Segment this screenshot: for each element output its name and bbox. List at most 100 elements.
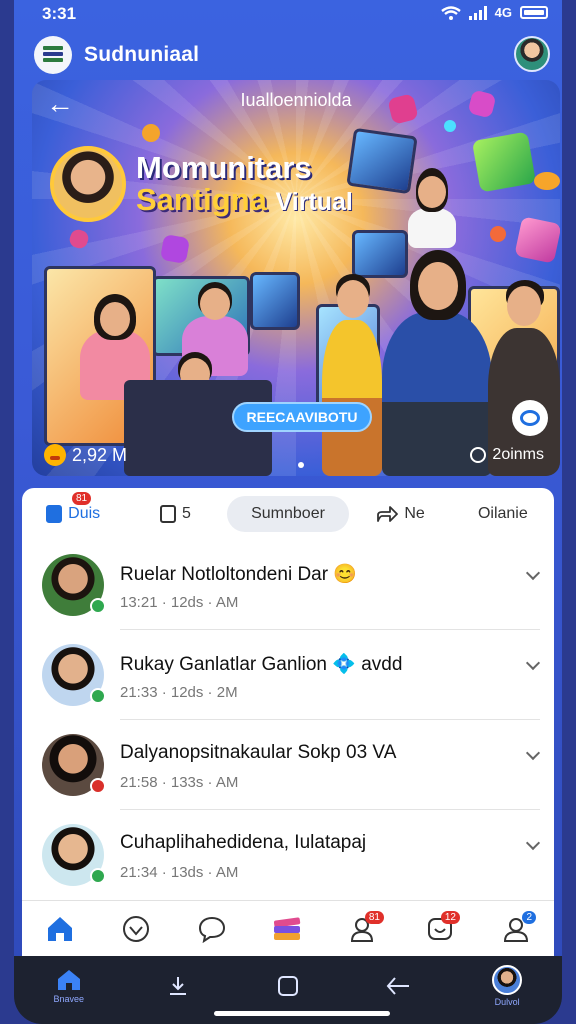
nav-notifications[interactable]: 12 <box>418 907 462 951</box>
conversation-list: Ruelar Notloltondeni Dar 😊 13:21 · 12ds … <box>22 540 554 900</box>
hero-title-line2: Santigna Virtual <box>136 184 353 218</box>
tab-label: Oilanie <box>477 505 528 522</box>
sys-home-label: Bnavee <box>53 994 85 1004</box>
angry-emoji-icon <box>44 444 66 466</box>
sys-back-button[interactable] <box>373 963 423 1009</box>
item-meta: 21:33 · 12ds · 2M <box>120 684 238 701</box>
tab-label: 5 <box>182 505 191 522</box>
list-item[interactable]: Cuhaplihahedidena, Iulatapaj 21:34 · 13d… <box>22 810 554 900</box>
hero-banner[interactable]: ← Iualloenniolda Momunitars Santigna Vir… <box>32 80 560 476</box>
hero-title: Momunitars Santigna Virtual <box>136 152 353 218</box>
floating-screen <box>346 127 418 195</box>
hero-cta-button[interactable]: REECAAVIBOTU <box>232 402 372 432</box>
nav-stack[interactable] <box>266 907 310 951</box>
status-dot <box>90 778 106 794</box>
app-title: Sudnuniaal <box>84 43 200 66</box>
user-avatar[interactable] <box>514 36 550 72</box>
floating-cube <box>534 172 560 190</box>
square-icon <box>277 976 298 996</box>
tab-label: Sumnboer <box>251 505 325 522</box>
hero-reactions[interactable]: 2,92 M <box>44 444 127 466</box>
floating-screen <box>352 230 408 278</box>
gesture-home-bar[interactable] <box>214 1011 390 1016</box>
status-icons: 4G <box>440 5 548 20</box>
chevron-down-icon[interactable] <box>525 565 541 581</box>
app-logo[interactable] <box>34 36 72 74</box>
tab-duis[interactable]: Duis 81 <box>22 492 124 532</box>
video-icon <box>46 505 63 523</box>
nav-home[interactable] <box>38 907 82 951</box>
logo-stack-icon <box>43 46 63 64</box>
back-arrow-icon <box>386 977 409 995</box>
item-name: Ruelar Notloltondeni Dar 😊 <box>120 564 358 585</box>
chat-icon <box>198 916 226 943</box>
nav-heart[interactable] <box>114 907 158 951</box>
tab-sumnboer[interactable]: Sumnboer <box>226 496 350 532</box>
person-figure <box>408 168 456 248</box>
download-icon <box>170 977 187 995</box>
floating-screen <box>250 272 300 330</box>
heart-icon <box>123 915 149 942</box>
network-type: 4G <box>494 5 512 20</box>
item-name: Rukay Ganlatlar Ganlion 💠 avdd <box>120 654 403 675</box>
status-dot <box>90 598 106 614</box>
wifi-icon <box>440 5 461 20</box>
hero-title-suffix: Virtual <box>275 188 353 216</box>
tab-label: Ne <box>404 505 425 522</box>
nav-chat[interactable] <box>190 907 234 951</box>
list-item[interactable]: Rukay Ganlatlar Ganlion 💠 avdd 21:33 · 1… <box>22 630 554 720</box>
nav-badge: 2 <box>522 910 536 924</box>
home-icon <box>57 970 80 990</box>
nav-friends[interactable]: 81 <box>342 907 386 951</box>
carousel-dot[interactable] <box>298 462 304 468</box>
list-item[interactable]: Ruelar Notloltondeni Dar 😊 13:21 · 12ds … <box>22 540 554 630</box>
reaction-count: 2,92 M <box>72 444 128 465</box>
status-time: 3:31 <box>42 4 77 23</box>
clock-icon <box>470 447 487 463</box>
media-icon <box>160 505 177 523</box>
smile-emoji-icon: 😊 <box>333 564 358 585</box>
person-figure <box>322 274 382 476</box>
status-bar: 3:31 4G <box>14 0 562 30</box>
hero-portrait <box>50 146 126 222</box>
item-meta: 13:21 · 12ds · AM <box>120 594 239 611</box>
sys-recents-button[interactable] <box>263 963 313 1009</box>
tab-badge: 81 <box>72 492 92 505</box>
chat-fab-button[interactable] <box>512 400 548 436</box>
item-meta: 21:34 · 13ds · AM <box>120 864 239 881</box>
hero-title-line1: Momunitars <box>136 150 312 185</box>
hero-title-line2-text: Santigna <box>136 182 267 217</box>
sys-profile-button[interactable]: Dulvol <box>482 963 532 1009</box>
system-nav-bar: Bnavee Dulvol <box>14 956 562 1024</box>
nav-profile[interactable]: 2 <box>494 907 538 951</box>
status-dot <box>90 688 106 704</box>
floating-cube <box>444 120 456 132</box>
app-header: Sudnuniaal <box>14 32 562 78</box>
sys-download-button[interactable] <box>153 963 203 1009</box>
nav-badge: 81 <box>364 910 384 924</box>
battery-icon <box>520 6 548 19</box>
phone-screen: 3:31 4G Sudnuniaal ← Iualloenniolda Momu… <box>14 0 562 1024</box>
tab-oilanie[interactable]: Oilanie <box>452 496 554 532</box>
chat-bubble-icon <box>520 410 540 426</box>
sys-home-button[interactable]: Bnavee <box>44 963 94 1009</box>
floating-cube <box>159 233 191 265</box>
tab-media[interactable]: 5 <box>124 496 226 532</box>
chevron-down-icon[interactable] <box>525 655 541 671</box>
home-icon <box>48 916 72 941</box>
chevron-down-icon[interactable] <box>525 745 541 761</box>
avatar <box>492 965 523 995</box>
tab-share[interactable]: Ne <box>349 496 451 532</box>
stack-icon <box>273 916 301 940</box>
app-bottom-nav: 81 12 2 <box>22 900 554 956</box>
tab-bar: Duis 81 5 Sumnboer Ne Oilanie <box>22 488 554 540</box>
floating-cube <box>471 131 537 193</box>
floating-cube <box>142 124 160 142</box>
list-item[interactable]: Dalyanopsitnakaular Sokp 03 VA 21:58 · 1… <box>22 720 554 810</box>
tab-label: Duis <box>68 505 101 522</box>
floating-cube <box>514 216 560 264</box>
chevron-down-icon[interactable] <box>525 835 541 851</box>
nav-badge: 12 <box>440 910 460 924</box>
item-name: Cuhaplihahedidena, Iulatapaj <box>120 832 367 853</box>
floating-cube <box>490 226 506 242</box>
